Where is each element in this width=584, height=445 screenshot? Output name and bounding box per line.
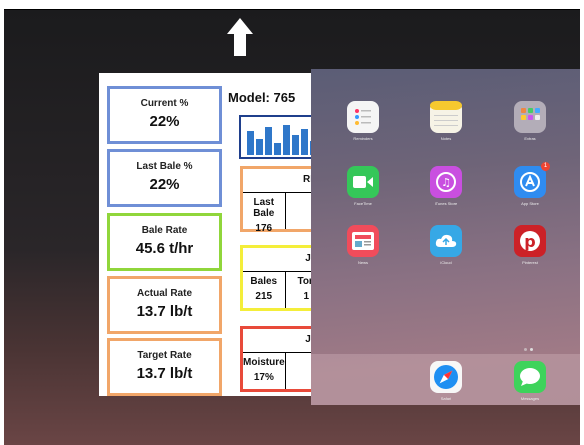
- app-label: FaceTime: [354, 201, 372, 206]
- cell-label: Bales: [250, 276, 278, 287]
- app-label: Extras: [524, 136, 536, 141]
- news-icon: [347, 225, 379, 257]
- cell-value: 17%: [253, 372, 274, 383]
- app-label: Notes: [440, 136, 452, 141]
- svg-text:♫: ♫: [441, 176, 451, 189]
- page-indicator: [524, 348, 533, 351]
- up-arrow-icon: [227, 18, 253, 58]
- svg-text:p: p: [524, 232, 535, 251]
- tile-value: 13.7 lb/t: [136, 365, 193, 382]
- app-label: Pinterest: [522, 260, 538, 265]
- app-label: iTunes Store: [434, 201, 458, 206]
- safari-icon: [430, 361, 462, 393]
- bale-chart-thumbnail: [239, 115, 319, 159]
- app-switcher: Model: 765 Current % 22% Last Bale % 22%…: [4, 9, 580, 445]
- current-percent-tile: Current % 22%: [107, 86, 222, 144]
- app-store-icon: 1: [514, 162, 550, 198]
- app-label: Reminders: [353, 136, 373, 141]
- tile-value: 13.7 lb/t: [136, 303, 193, 320]
- app-notes[interactable]: Notes: [430, 101, 462, 141]
- app-label: iCloud: [440, 260, 452, 265]
- folder-icon: [514, 101, 546, 133]
- tile-label: Actual Rate: [136, 288, 192, 299]
- tile-label: Bale Rate: [141, 225, 188, 236]
- tile-value: 45.6 t/hr: [135, 240, 194, 257]
- monitor-app-card[interactable]: Model: 765 Current % 22% Last Bale % 22%…: [99, 73, 329, 396]
- app-itunes-store[interactable]: ♫ iTunes Store: [430, 166, 462, 206]
- app-icloud[interactable]: iCloud: [430, 225, 462, 265]
- messages-icon: [514, 361, 546, 393]
- app-facetime[interactable]: FaceTime: [347, 166, 379, 206]
- cell-value: 215: [255, 291, 273, 302]
- app-label: Safari: [440, 396, 452, 401]
- app-reminders[interactable]: Reminders: [347, 101, 379, 141]
- tile-label: Last Bale %: [136, 161, 193, 172]
- app-label: Messages: [520, 396, 540, 401]
- model-label: Model: 765: [228, 90, 296, 105]
- notes-icon: [430, 101, 462, 133]
- actual-rate-tile: Actual Rate 13.7 lb/t: [107, 276, 222, 334]
- icloud-icon: [430, 225, 462, 257]
- facetime-icon: [347, 166, 379, 198]
- notification-badge: 1: [541, 162, 550, 171]
- pinterest-icon: p: [514, 225, 546, 257]
- target-rate-tile: Target Rate 13.7 lb/t: [107, 338, 222, 396]
- tile-label: Target Rate: [137, 350, 192, 361]
- app-safari[interactable]: Safari: [430, 361, 462, 401]
- dock: Safari Messages: [311, 354, 580, 405]
- cell-label: Last Bale: [253, 197, 275, 219]
- tile-value: 22%: [149, 113, 180, 130]
- last-bale-cell: Last Bale 176: [243, 193, 286, 234]
- itunes-icon: ♫: [430, 166, 462, 198]
- tile-value: 22%: [149, 176, 180, 193]
- app-news[interactable]: News: [347, 225, 379, 265]
- reminders-icon: [347, 101, 379, 133]
- cell-label: Moisture: [243, 357, 285, 368]
- bale-rate-tile: Bale Rate 45.6 t/hr: [107, 213, 222, 271]
- app-label: App Store: [521, 201, 539, 206]
- last-bale-percent-tile: Last Bale % 22%: [107, 149, 222, 207]
- app-messages[interactable]: Messages: [514, 361, 546, 401]
- app-app-store[interactable]: 1 App Store: [514, 162, 550, 206]
- moisture-cell: Moisture 17%: [243, 353, 286, 389]
- app-extras[interactable]: Extras: [514, 101, 546, 141]
- cell-value: 176: [255, 223, 273, 234]
- tile-label: Current %: [140, 98, 189, 109]
- home-screen-card[interactable]: Reminders Notes Extras FaceTime ♫ iTunes…: [311, 69, 580, 405]
- app-label: News: [357, 260, 368, 265]
- app-pinterest[interactable]: p Pinterest: [514, 225, 546, 265]
- bales-cell: Bales 215: [243, 272, 286, 308]
